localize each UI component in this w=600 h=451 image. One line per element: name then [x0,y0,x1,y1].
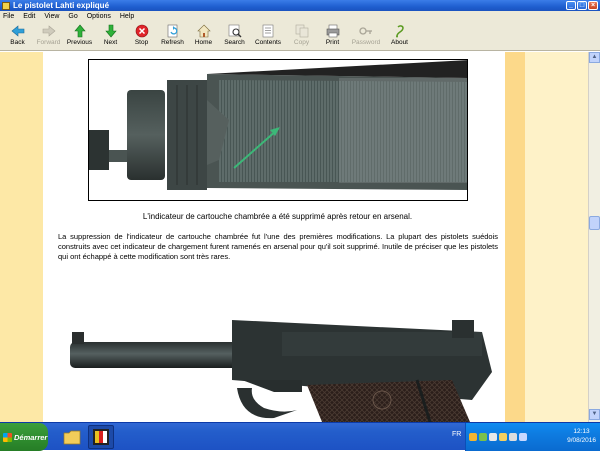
forward-label: Forward [36,39,61,46]
contents-icon [261,24,275,38]
network-icon[interactable] [469,433,477,441]
previous-button[interactable]: Previous [64,23,95,51]
window-title: Le pistolet Lahti expliqué [13,0,110,10]
clock[interactable]: 12:13 9/08/2016 [567,427,596,445]
menu-help[interactable]: Help [120,11,134,23]
print-label: Print [325,39,340,46]
next-button[interactable]: Next [95,23,126,51]
volume-icon[interactable] [509,433,517,441]
back-button[interactable]: Back [2,23,33,51]
close-button[interactable]: × [588,1,598,10]
refresh-icon [166,24,180,38]
home-label: Home [194,39,213,46]
copy-icon [295,24,309,38]
clock-date: 9/08/2016 [567,437,596,444]
clock-time: 12:13 [573,428,590,435]
start-label: Démarrer [14,432,48,442]
vertical-scrollbar[interactable]: ▲ ▼ [588,52,600,422]
contents-button[interactable]: Contents [250,23,286,51]
folder-icon [63,430,81,445]
about-label: About [391,39,408,46]
maximize-button[interactable]: □ [577,1,587,10]
body-paragraph: La suppression de l'indicateur de cartou… [58,232,498,261]
security-icon[interactable] [499,433,507,441]
system-tray: 12:13 9/08/2016 [465,423,600,451]
pistol-receiver-closeup-photo [88,59,468,201]
menu-bar: File Edit View Go Options Help [0,11,600,23]
decorative-right-rail [505,52,525,422]
arrow-right-icon [42,24,56,38]
password-label: Password [351,39,381,46]
window-controls: _ □ × [566,1,598,10]
usb-icon[interactable] [489,433,497,441]
stop-icon [135,24,149,38]
next-label: Next [103,39,118,46]
refresh-label: Refresh [161,39,184,46]
menu-go[interactable]: Go [68,11,77,23]
menu-file[interactable]: File [3,11,14,23]
taskbar-app-help-viewer[interactable] [88,425,114,449]
forward-button[interactable]: Forward [33,23,64,51]
folder-quicklaunch[interactable] [60,425,84,449]
antivirus-icon[interactable] [479,433,487,441]
refresh-button[interactable]: Refresh [157,23,188,51]
html-help-viewer-content[interactable]: L'indicateur de cartouche chambrée a été… [0,52,588,422]
lahti-pistol-side-photo [52,280,504,422]
stop-label: Stop [134,39,149,46]
arrow-up-icon [73,24,87,38]
photo-caption: L'indicateur de cartouche chambrée a été… [142,212,413,221]
print-icon [326,24,340,38]
copy-button[interactable]: Copy [286,23,317,51]
decorative-left-rail [0,52,43,422]
scroll-up-button[interactable]: ▲ [589,52,600,63]
menu-options[interactable]: Options [87,11,111,23]
start-button[interactable]: Démarrer [0,423,48,451]
key-icon [359,24,373,38]
search-icon [228,24,242,38]
windows-flag-icon [3,432,12,442]
monitor-icon[interactable] [519,433,527,441]
title-bar: Le pistolet Lahti expliqué _ □ × [0,0,600,11]
arrow-left-icon [11,24,25,38]
home-button[interactable]: Home [188,23,219,51]
language-indicator[interactable]: FR [452,431,461,438]
back-label: Back [10,39,25,46]
about-icon [393,24,407,38]
taskbar: Démarrer FR 12:13 9/08/2016 [0,422,600,451]
copy-label: Copy [293,39,310,46]
scrollbar-thumb[interactable] [589,216,600,230]
search-label: Search [224,39,245,46]
stop-button[interactable]: Stop [126,23,157,51]
previous-label: Previous [66,39,93,46]
contents-label: Contents [254,39,282,46]
decorative-far-right-rail [525,52,588,422]
help-viewer-app-icon [93,429,109,445]
minimize-button[interactable]: _ [566,1,576,10]
menu-view[interactable]: View [44,11,59,23]
menu-edit[interactable]: Edit [23,11,35,23]
toolbar: Back Forward Previous Next Stop Refresh [0,23,600,51]
about-button[interactable]: About [384,23,415,51]
app-icon [2,1,10,10]
scroll-down-button[interactable]: ▼ [589,409,600,420]
home-icon [196,24,211,38]
search-button[interactable]: Search [219,23,250,51]
password-button[interactable]: Password [348,23,384,51]
arrow-down-icon [104,24,118,38]
green-arrow-annotation [233,127,280,169]
print-button[interactable]: Print [317,23,348,51]
